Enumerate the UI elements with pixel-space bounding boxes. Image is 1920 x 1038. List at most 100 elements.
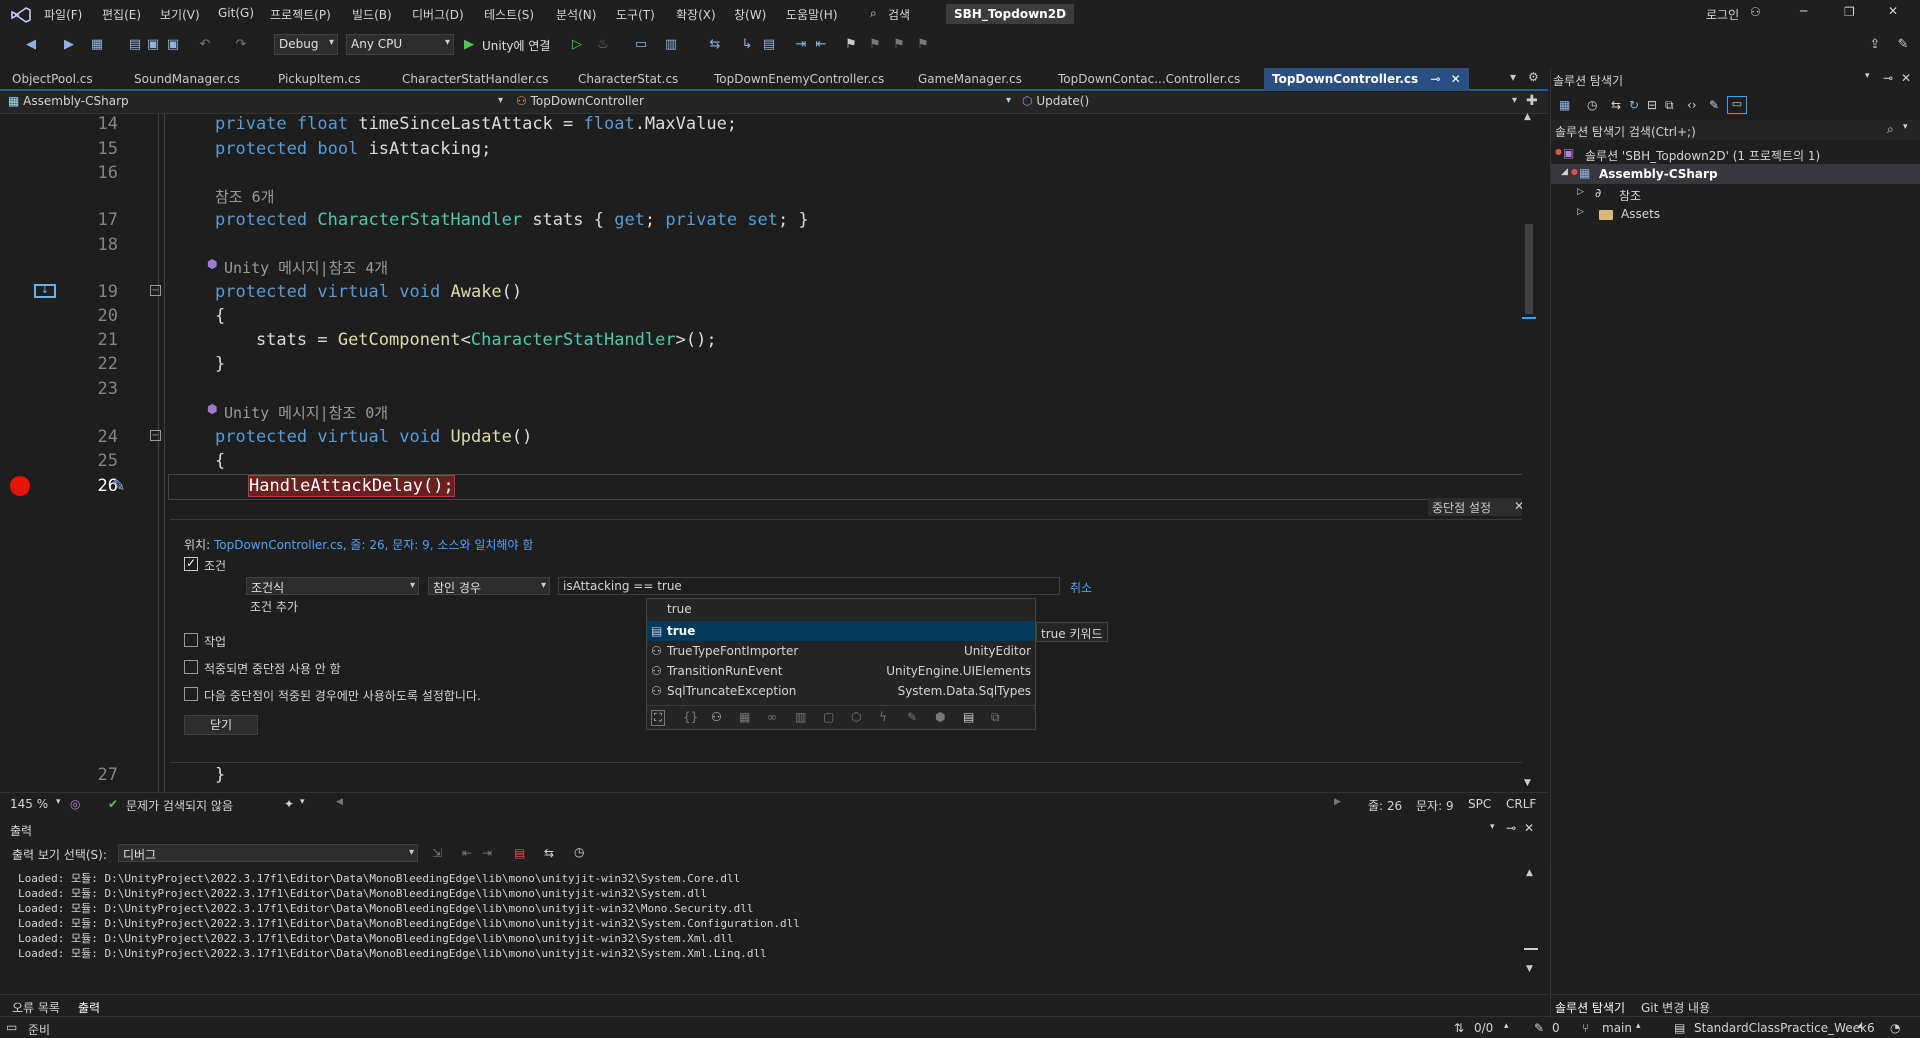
intellicode-icon[interactable]: ◎ xyxy=(70,797,80,811)
save-all-icon[interactable]: ▣ xyxy=(166,38,180,52)
solution-search-input[interactable]: 솔루션 탐색기 검색(Ctrl+;) xyxy=(1555,123,1696,140)
attach-unity-button[interactable]: Unity에 연결 xyxy=(482,37,550,54)
clear-all-icon[interactable]: ▤ xyxy=(514,846,525,860)
output-source-dropdown[interactable]: 디버그 xyxy=(118,844,418,862)
share-icon[interactable]: ⇪ xyxy=(1868,38,1882,52)
pending-changes-icon[interactable]: ◷ xyxy=(1587,98,1597,112)
word-wrap-icon[interactable]: ⇆ xyxy=(544,846,554,860)
split-editor-icon[interactable]: ✚ xyxy=(1526,93,1538,109)
hot-reload-icon[interactable]: ♨ xyxy=(596,38,610,52)
repo-dropdown-icon[interactable]: ▴ xyxy=(1858,1021,1863,1031)
notifications-icon[interactable]: ◔ xyxy=(1890,1021,1900,1035)
solution-search-dropdown-icon[interactable]: ▾ xyxy=(1903,122,1908,132)
commits-count[interactable]: 0/0 xyxy=(1474,1021,1493,1035)
back-icon[interactable]: ◀ xyxy=(24,38,38,52)
menu-edit[interactable]: 편집(E) xyxy=(102,6,141,23)
menu-debug[interactable]: 디버그(D) xyxy=(412,6,464,23)
prev-message-icon[interactable]: ⇤ xyxy=(462,846,472,860)
tab-topdownenemycontroller[interactable]: TopDownEnemyController.cs xyxy=(714,72,884,86)
output-options-icon[interactable]: ▾ xyxy=(1490,822,1495,832)
forward-icon[interactable]: ▶ xyxy=(62,38,76,52)
line-ending-indicator[interactable]: CRLF xyxy=(1506,797,1536,811)
tab-gamemanager[interactable]: GameManager.cs xyxy=(918,72,1022,86)
scroll-up-icon[interactable]: ▲ xyxy=(1524,112,1531,122)
refresh-icon[interactable]: ↻ xyxy=(1629,98,1639,112)
step-icon[interactable]: ↳ xyxy=(740,38,754,52)
search-icon[interactable]: ⌕ xyxy=(870,6,877,21)
completion-item[interactable]: ⚇ SqlTruncateException System.Data.SqlTy… xyxy=(647,681,1035,701)
solution-search[interactable]: 솔루션 탐색기 검색(Ctrl+;) ⌕ ▾ xyxy=(1551,120,1920,140)
properties-icon[interactable]: ✎ xyxy=(1709,98,1719,112)
indent-icon[interactable]: ⇥ xyxy=(794,38,808,52)
close-button[interactable]: 닫기 xyxy=(184,715,258,735)
configuration-dropdown[interactable]: Debug xyxy=(274,34,338,55)
open-folder-icon[interactable]: ▤ xyxy=(128,38,142,52)
zoom-dropdown-icon[interactable]: ▾ xyxy=(56,797,61,807)
disable-once-hit-checkbox[interactable] xyxy=(184,660,198,674)
menu-view[interactable]: 보기(V) xyxy=(160,6,200,23)
solution-search-icon[interactable]: ⌕ xyxy=(1887,122,1894,137)
tab-characterstathandler[interactable]: CharacterStatHandler.cs xyxy=(402,72,548,86)
no-issues-label[interactable]: 문제가 검색되지 않음 xyxy=(126,797,233,814)
vertical-scrollbar[interactable]: ▲ ▼ xyxy=(1522,112,1536,792)
location-link[interactable]: TopDownController.cs, 줄: 26, 문자: 9, 소스와 … xyxy=(214,538,533,552)
outdent-icon[interactable]: ⇤ xyxy=(814,38,828,52)
tab-git-changes[interactable]: Git 변경 내용 xyxy=(1641,999,1710,1016)
feedback-icon[interactable]: ✎ xyxy=(1896,38,1910,52)
collapsed-arrow-icon[interactable]: ▷ xyxy=(1577,207,1584,217)
tab-settings-icon[interactable]: ⚙ xyxy=(1528,70,1539,84)
comment-icon[interactable]: ▤ xyxy=(762,38,776,52)
menu-build[interactable]: 빌드(B) xyxy=(352,6,392,23)
tree-item-solution[interactable]: ● ▣ 솔루션 'SBH_Topdown2D' (1 프로젝트의 1) xyxy=(1551,144,1920,164)
collapse-all-icon[interactable]: ⊟ xyxy=(1647,98,1657,112)
menu-window[interactable]: 창(W) xyxy=(734,6,766,23)
timestamp-icon[interactable]: ◷ xyxy=(574,845,584,859)
branch-dropdown-icon[interactable]: ▴ xyxy=(1636,1021,1641,1031)
menu-help[interactable]: 도움말(H) xyxy=(786,6,838,23)
pin-icon[interactable]: ⊸ xyxy=(1430,72,1440,86)
property-filter-icon[interactable]: ✎ xyxy=(907,710,917,724)
completion-item[interactable]: ⚇ TransitionRunEvent UnityEngine.UIEleme… xyxy=(647,661,1035,681)
condition-checkbox[interactable]: ✓ xyxy=(184,556,198,571)
changes-count[interactable]: 0 xyxy=(1552,1021,1560,1035)
codelens-references[interactable]: 참조 6개 xyxy=(215,186,274,207)
tab-topdowncontactcontroller[interactable]: TopDownContac...Controller.cs xyxy=(1058,72,1240,86)
layout-icon[interactable]: ▥ xyxy=(664,38,678,52)
cancel-condition-link[interactable]: 취소 xyxy=(1070,579,1092,596)
sync-icon[interactable]: ⇆ xyxy=(1611,98,1621,112)
condition-expression-input[interactable]: isAttacking == true xyxy=(558,577,1060,595)
tab-objectpool[interactable]: ObjectPool.cs xyxy=(12,72,93,86)
collapse-icon[interactable]: − xyxy=(150,430,161,441)
solution-pin-icon[interactable]: ⊸ xyxy=(1883,71,1893,85)
output-text-area[interactable]: Loaded: 모듈: D:\UnityProject\2022.3.17f1\… xyxy=(0,868,1548,994)
repo-name[interactable]: StandardClassPractice_Week6 xyxy=(1694,1021,1875,1035)
prev-bookmark-icon[interactable]: ⚑ xyxy=(868,38,882,52)
tab-pickupitem[interactable]: PickupItem.cs xyxy=(278,72,361,86)
minimize-icon[interactable]: ─ xyxy=(1800,4,1807,18)
interface-filter-icon[interactable]: ▥ xyxy=(795,710,806,724)
view-code-icon[interactable]: ‹› xyxy=(1687,98,1697,112)
struct-filter-icon[interactable]: ▦ xyxy=(739,710,750,724)
member-dropdown[interactable]: ⬡ Update() xyxy=(1022,94,1522,112)
char-indicator[interactable]: 문자: 9 xyxy=(1416,797,1454,814)
unity-event-icon[interactable]: ↓ xyxy=(34,284,56,298)
output-scrollbar[interactable]: ▲ ▼ xyxy=(1524,868,1538,978)
expanded-arrow-icon[interactable]: ◢ xyxy=(1561,167,1568,177)
tab-list-dropdown-icon[interactable]: ▾ xyxy=(1510,70,1516,84)
account-icon[interactable]: ⚇ xyxy=(1750,5,1761,19)
scroll-left-icon[interactable]: ◀ xyxy=(336,797,343,807)
condition-when-dropdown[interactable]: 참인 경우 xyxy=(428,577,550,595)
tree-item-project[interactable]: ◢ ● ▦ Assembly-CSharp xyxy=(1551,164,1920,184)
breakpoint-settings-icon[interactable]: ✎ xyxy=(112,476,125,495)
class-dropdown[interactable]: ⚇ TopDownController xyxy=(516,94,1016,112)
start-without-debug-icon[interactable]: ▷ xyxy=(570,38,584,52)
solution-options-icon[interactable]: ▾ xyxy=(1865,71,1870,81)
codelens-unity[interactable]: Unity 메시지|참조 4개 xyxy=(224,257,388,278)
clear-bookmarks-icon[interactable]: ⚑ xyxy=(916,38,930,52)
zoom-level[interactable]: 145 % xyxy=(10,797,48,811)
output-pin-icon[interactable]: ⊸ xyxy=(1506,821,1516,835)
menu-project[interactable]: 프로젝트(P) xyxy=(270,6,331,23)
redo-icon[interactable]: ↷ xyxy=(234,38,248,52)
home-icon[interactable]: ▦ xyxy=(1559,98,1570,112)
project-dropdown[interactable]: ▦ Assembly-CSharp xyxy=(8,94,508,112)
